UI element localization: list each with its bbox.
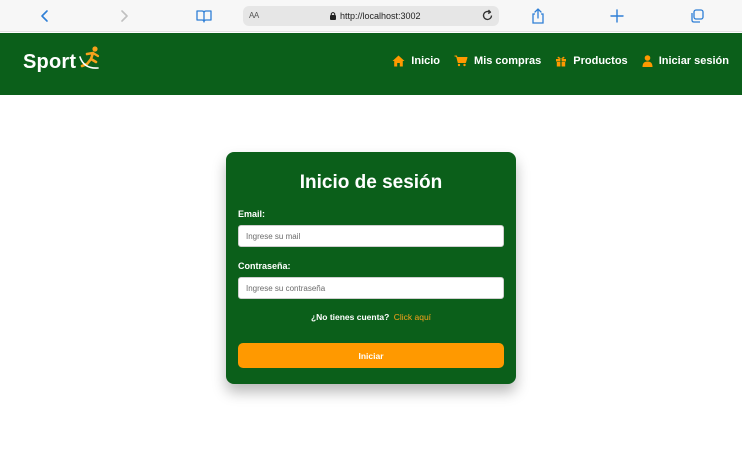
register-link[interactable]: Click aquí: [394, 312, 431, 322]
register-prompt: ¿No tienes cuenta? Click aquí: [226, 312, 516, 322]
nav-item-label: Inicio: [411, 55, 441, 67]
login-submit-button[interactable]: Iniciar: [238, 343, 504, 368]
nav-item-label: Iniciar sesión: [658, 55, 729, 67]
nav-item-label: Mis compras: [474, 55, 542, 67]
gift-icon: [555, 55, 567, 67]
plus-icon[interactable]: [607, 6, 627, 26]
nav-item-inicio[interactable]: Inicio: [392, 55, 440, 67]
user-icon: [642, 55, 653, 67]
password-field[interactable]: [238, 277, 504, 299]
forward-icon[interactable]: [114, 6, 134, 26]
reader-text-size[interactable]: AA: [249, 11, 259, 20]
email-field[interactable]: [238, 225, 504, 247]
back-icon[interactable]: [35, 6, 55, 26]
browser-toolbar: AA http://localhost:3002: [0, 0, 742, 32]
nav-item-label: Productos: [573, 55, 628, 67]
share-icon[interactable]: [528, 6, 548, 26]
email-label: Email:: [238, 209, 266, 219]
login-title: Inicio de sesión: [299, 172, 443, 193]
password-label: Contraseña:: [238, 261, 291, 271]
reload-icon[interactable]: [481, 9, 494, 24]
register-prompt-text: ¿No tienes cuenta?: [310, 312, 390, 322]
brand-logo[interactable]: Sport: [23, 46, 102, 76]
lock-icon: [329, 11, 337, 23]
nav-item-mis-compras[interactable]: Mis compras: [454, 55, 541, 67]
main-nav: Inicio Mis compras Productos Iniciar ses…: [378, 55, 729, 67]
book-icon[interactable]: [194, 6, 214, 26]
url-text: http://localhost:3002: [340, 11, 421, 21]
home-icon: [392, 55, 405, 67]
login-card: Inicio de sesión Email: Contraseña: ¿No …: [226, 152, 516, 384]
cart-icon: [454, 55, 468, 67]
brand-name: Sport: [23, 51, 77, 73]
address-bar[interactable]: AA http://localhost:3002: [243, 6, 499, 26]
nav-item-iniciar-sesion[interactable]: Iniciar sesión: [642, 55, 729, 67]
site-header: Sport Inicio Mis compras Productos Inici…: [0, 33, 742, 95]
tabs-icon[interactable]: [687, 6, 707, 26]
runner-logo-icon: [78, 45, 102, 76]
nav-item-productos[interactable]: Productos: [555, 55, 628, 67]
